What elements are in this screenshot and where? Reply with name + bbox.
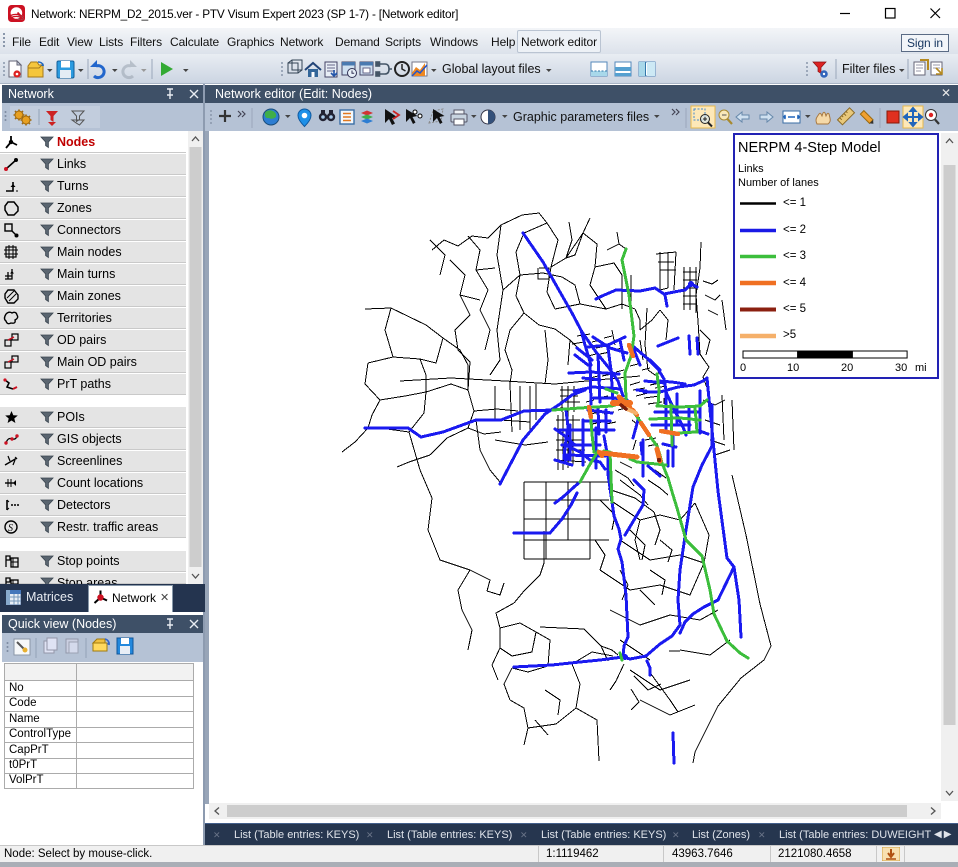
svg-text:Global layout files: Global layout files <box>442 62 541 76</box>
svg-text:mi: mi <box>915 362 927 374</box>
svg-text:0: 0 <box>740 362 746 374</box>
svg-text:S: S <box>8 523 13 534</box>
svg-text:30: 30 <box>895 362 907 374</box>
svg-text:23: 23 <box>17 16 24 22</box>
svg-text:20: 20 <box>841 362 853 374</box>
svg-text:10: 10 <box>787 362 799 374</box>
svg-text:Graphic parameters files: Graphic parameters files <box>513 110 649 124</box>
svg-text:Filter files: Filter files <box>842 62 895 76</box>
